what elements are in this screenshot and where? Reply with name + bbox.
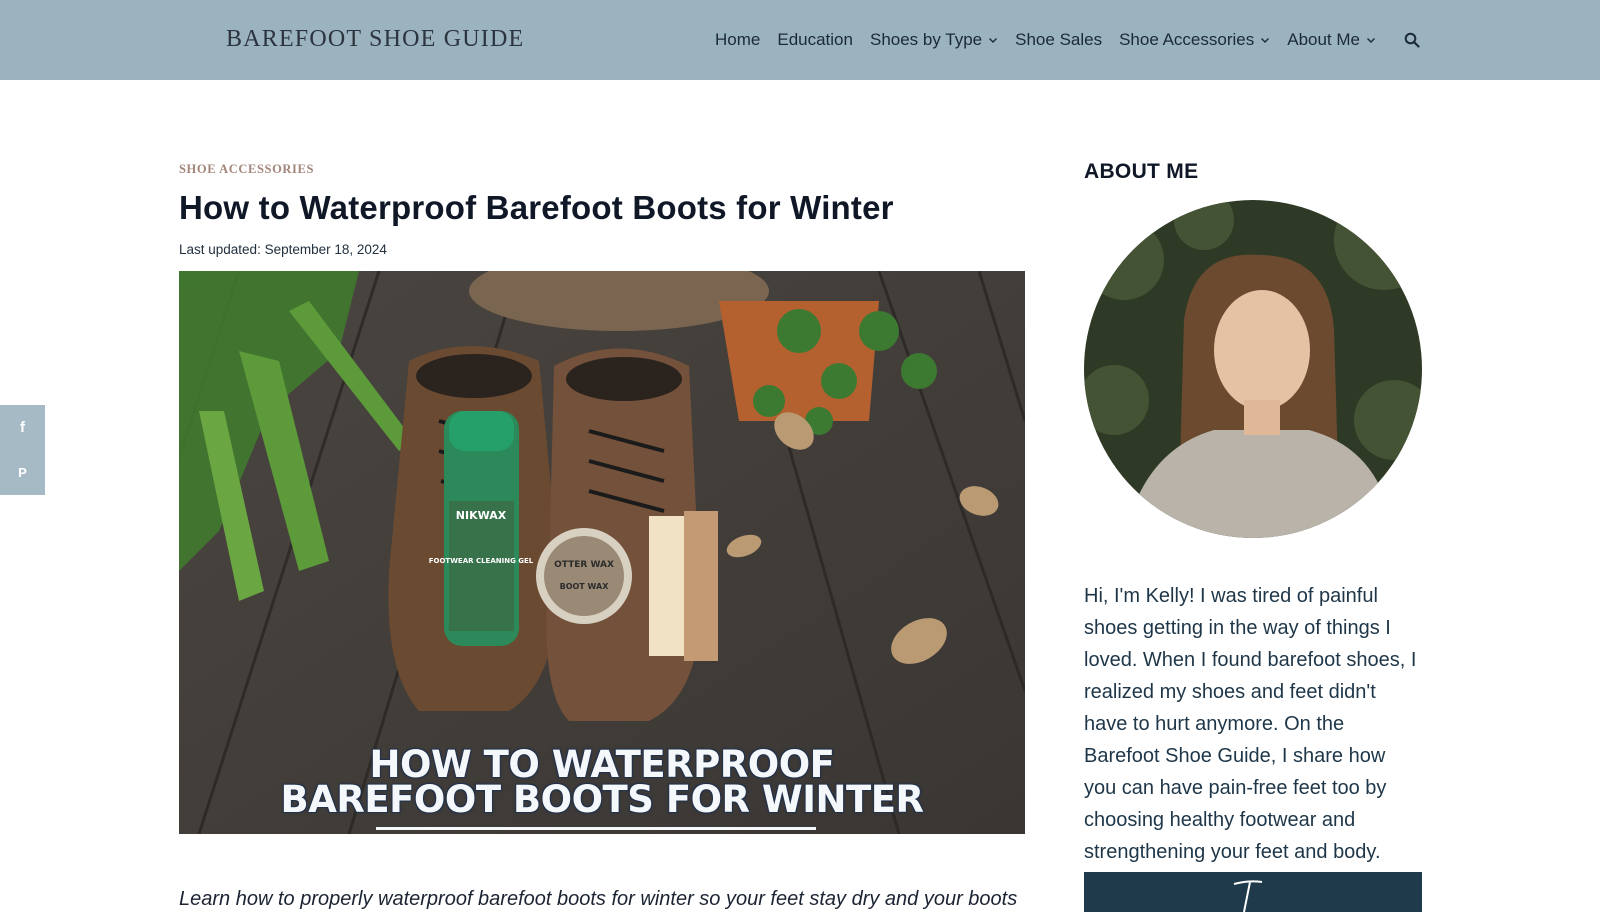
last-updated: Last updated: September 18, 2024 — [179, 242, 387, 258]
search-button[interactable] — [1404, 31, 1422, 49]
nav-item-shoe-sales[interactable]: Shoe Sales — [1015, 30, 1102, 50]
social-share-bar: f P — [0, 405, 45, 495]
pinterest-share-button[interactable]: P — [0, 450, 45, 495]
nav-item-shoes-by-type[interactable]: Shoes by Type — [870, 30, 998, 50]
about-me-heading: ABOUT ME — [1084, 160, 1199, 183]
pinterest-icon: P — [18, 465, 27, 480]
hero-product2-name: BOOT WAX — [560, 582, 610, 591]
featured-image: NIKWAX FOOTWEAR CLEANING GEL OTTER WAX B… — [179, 271, 1025, 834]
nav-item-label: About Me — [1287, 30, 1360, 49]
article: SHOE ACCESSORIES How to Waterproof Baref… — [179, 160, 1025, 910]
sidebar: ABOUT ME Hi, I'm Kelly! I was tired of p… — [1084, 160, 1422, 912]
nav-item-label: Home — [715, 30, 761, 49]
hero-product2-brand: OTTER WAX — [554, 560, 614, 570]
nav-item-home[interactable]: Home — [715, 30, 760, 50]
chevron-down-icon — [1261, 38, 1270, 43]
hero-underline — [376, 827, 816, 830]
nav-item-education[interactable]: Education — [777, 30, 853, 50]
hero-product1-name: FOOTWEAR CLEANING GEL — [429, 557, 534, 565]
page-title: How to Waterproof Barefoot Boots for Win… — [179, 189, 894, 226]
category-link[interactable]: SHOE ACCESSORIES — [179, 162, 314, 176]
search-icon — [1404, 32, 1420, 48]
hero-title-line2: BAREFOOT BOOTS FOR WINTER — [280, 778, 924, 821]
site-header: BAREFOOT SHOE GUIDE Home Education Shoes… — [0, 0, 1600, 80]
facebook-share-button[interactable]: f — [0, 405, 45, 450]
avatar — [1084, 200, 1422, 538]
nav-item-label: Shoes by Type — [869, 30, 983, 49]
nav-item-about-me[interactable]: About Me — [1287, 30, 1376, 50]
chevron-down-icon — [1367, 38, 1375, 43]
nav-item-shoe-accessories[interactable]: Shoe Accessories — [1119, 30, 1270, 50]
about-me-bio: Hi, I'm Kelly! I was tired of painful sh… — [1084, 585, 1417, 863]
main-nav: Home Education Shoes by Type Shoe Sales … — [715, 28, 1422, 52]
facebook-icon: f — [20, 419, 25, 436]
chevron-down-icon — [989, 38, 998, 43]
hero-product1-brand: NIKWAX — [456, 509, 507, 522]
sidebar-promo-banner[interactable] — [1084, 872, 1422, 912]
nav-item-label: Shoe Accessories — [1119, 30, 1255, 49]
site-brand-link[interactable]: BAREFOOT SHOE GUIDE — [226, 26, 524, 53]
nav-item-label: Education — [777, 30, 853, 49]
nav-item-label: Shoe Sales — [1015, 30, 1103, 49]
